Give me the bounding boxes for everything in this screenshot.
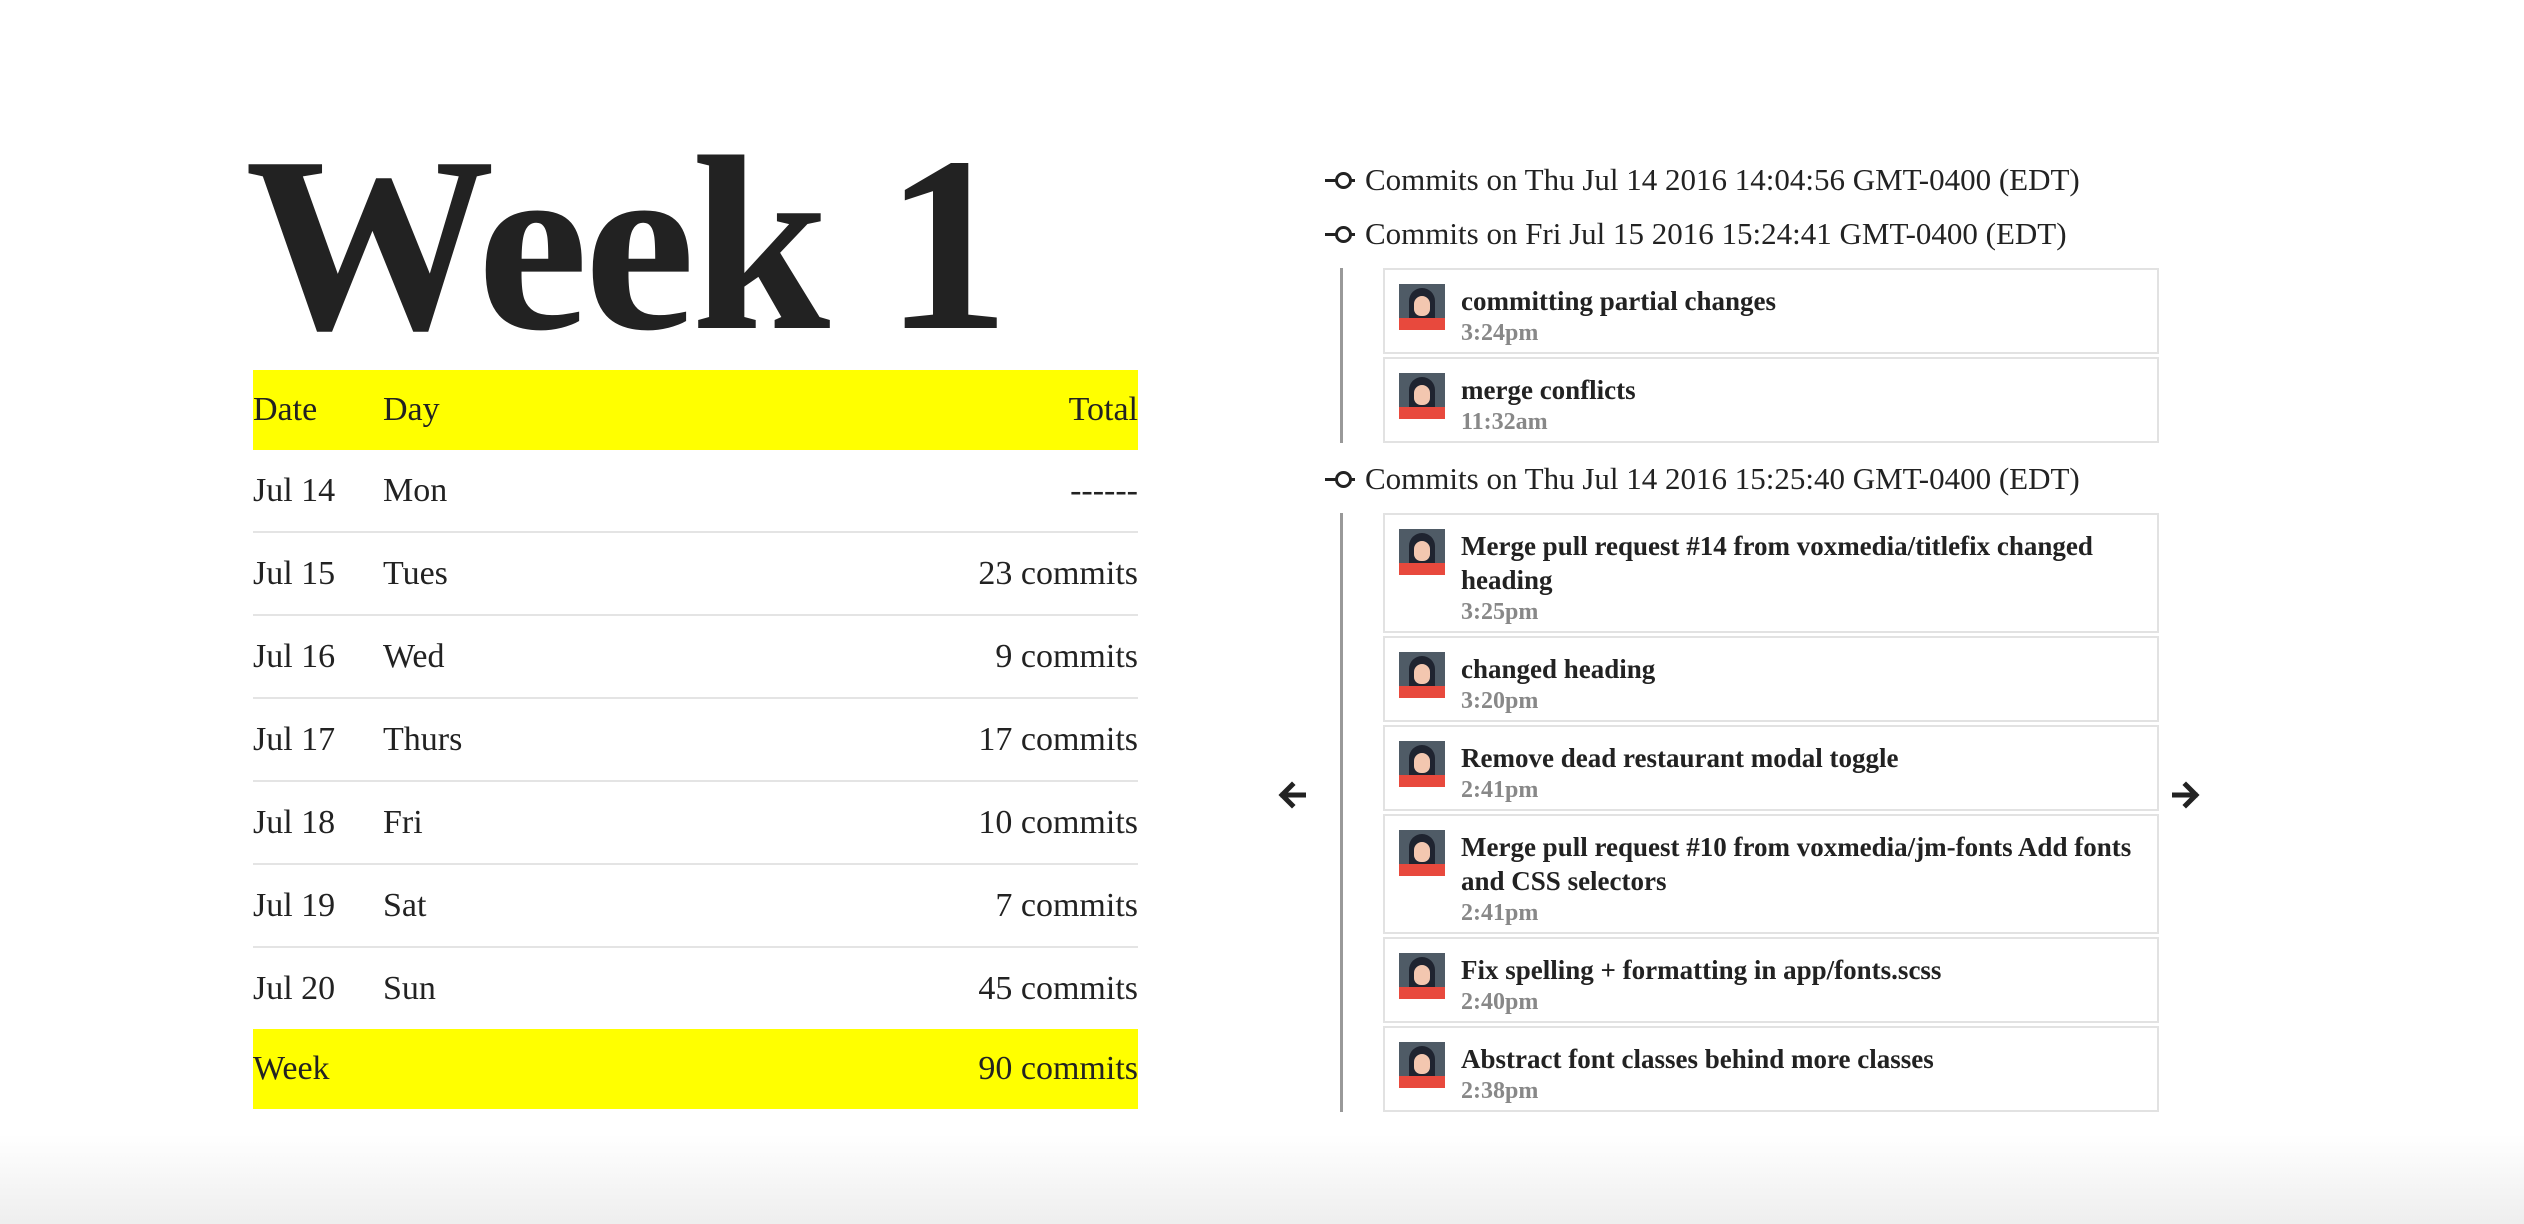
- commit-group-heading[interactable]: Commits on Thu Jul 14 2016 14:04:56 GMT-…: [1325, 160, 2165, 200]
- commit-group-heading-text: Commits on Thu Jul 14 2016 14:04:56 GMT-…: [1365, 162, 2080, 197]
- commit-message: Fix spelling + formatting in app/fonts.s…: [1461, 955, 1942, 985]
- row-day: Fri: [383, 781, 634, 865]
- row-date: Jul 14: [253, 450, 383, 533]
- row-date: Jul 16: [253, 615, 383, 699]
- row-date: Jul 20: [253, 969, 336, 1007]
- commit-group-heading[interactable]: Commits on Fri Jul 15 2016 15:24:41 GMT-…: [1325, 214, 2165, 254]
- week-title: Week 1: [245, 106, 1010, 383]
- avatar: [1399, 373, 1445, 419]
- row-day: Sun: [383, 969, 436, 1007]
- week-summary-table: Date Day Total Jul 14 Mon ------ Jul 15 …: [253, 370, 1138, 1109]
- commit-item[interactable]: Merge pull request #10 from voxmedia/jm-…: [1383, 814, 2159, 934]
- header-date: Date: [253, 391, 318, 428]
- table-row: Jul 17 Thurs 17 commits: [253, 698, 1138, 782]
- commit-group: Commits on Thu Jul 14 2016 15:25:40 GMT-…: [1325, 459, 2165, 1112]
- row-total: ------: [633, 450, 1138, 533]
- avatar: [1399, 284, 1445, 330]
- footer-total: 90 commits: [978, 1050, 1138, 1087]
- row-date: Jul 15: [253, 532, 383, 616]
- commit-message: Merge pull request #14 from voxmedia/tit…: [1461, 531, 2093, 595]
- commit-message: Abstract font classes behind more classe…: [1461, 1044, 1934, 1074]
- row-day: Wed: [383, 615, 634, 699]
- table-row: Jul 16 Wed 9 commits: [253, 615, 1138, 699]
- commit-time: 3:24pm: [1461, 320, 1539, 346]
- commit-time: 2:41pm: [1461, 777, 1539, 803]
- table-row: Jul 14 Mon ------: [253, 450, 1138, 533]
- avatar: [1399, 953, 1445, 999]
- commit-item[interactable]: Abstract font classes behind more classe…: [1383, 1026, 2159, 1112]
- commit-time: 2:38pm: [1461, 1078, 1539, 1104]
- row-date: Jul 18: [253, 781, 383, 865]
- commit-message: changed heading: [1461, 654, 1656, 684]
- commits-timeline: Commits on Thu Jul 14 2016 14:04:56 GMT-…: [1325, 160, 2165, 1128]
- row-total: 9 commits: [633, 615, 1138, 699]
- commit-item[interactable]: Merge pull request #14 from voxmedia/tit…: [1383, 513, 2159, 633]
- commit-time: 2:40pm: [1461, 989, 1539, 1015]
- commit-list: committing partial changes 3:24pm merge …: [1340, 268, 2165, 443]
- header-total: Total: [1068, 391, 1138, 428]
- git-commit-icon: [1325, 170, 1361, 190]
- commit-item[interactable]: committing partial changes 3:24pm: [1383, 268, 2159, 354]
- table-row: Jul 18 Fri 10 commits: [253, 781, 1138, 865]
- table-row: Jul 19 Sat 7 commits: [253, 864, 1138, 948]
- commit-time: 11:32am: [1461, 409, 1548, 435]
- commit-group-heading-text: Commits on Fri Jul 15 2016 15:24:41 GMT-…: [1365, 216, 2067, 251]
- commit-item[interactable]: merge conflicts 11:32am: [1383, 357, 2159, 443]
- arrow-left-icon[interactable]: [1278, 778, 1307, 812]
- table-row: Jul 15 Tues 23 commits: [253, 532, 1138, 616]
- row-day: Mon: [383, 450, 634, 533]
- row-day: Sat: [383, 864, 634, 948]
- row-date: Jul 19: [253, 864, 383, 948]
- commit-group: Commits on Thu Jul 14 2016 14:04:56 GMT-…: [1325, 160, 2165, 200]
- header-day: Day: [383, 391, 440, 428]
- commit-time: 3:20pm: [1461, 688, 1539, 714]
- row-day: Tues: [383, 532, 634, 616]
- commit-item[interactable]: Remove dead restaurant modal toggle 2:41…: [1383, 725, 2159, 811]
- commit-group: Commits on Fri Jul 15 2016 15:24:41 GMT-…: [1325, 214, 2165, 443]
- commit-time: 2:41pm: [1461, 900, 1539, 926]
- arrow-right-icon[interactable]: [2171, 778, 2200, 812]
- commit-message: committing partial changes: [1461, 286, 1776, 316]
- avatar: [1399, 652, 1445, 698]
- row-total: 17 commits: [633, 698, 1138, 782]
- git-commit-icon: [1325, 469, 1361, 489]
- avatar: [1399, 741, 1445, 787]
- row-total: 23 commits: [633, 532, 1138, 616]
- commit-message: merge conflicts: [1461, 375, 1636, 405]
- table-row: Jul 20 Sun 45 commits: [253, 947, 1138, 1029]
- avatar: [1399, 529, 1445, 575]
- row-day: Thurs: [383, 698, 634, 782]
- row-total: 7 commits: [633, 864, 1138, 948]
- table-header-row: Date Day Total: [253, 370, 1138, 450]
- footer-label: Week: [253, 1050, 330, 1087]
- bottom-shadow: [0, 1134, 2524, 1224]
- row-total: 10 commits: [633, 781, 1138, 865]
- page: Week 1 Date Day Total Jul 14 Mon ------ …: [0, 0, 2524, 1224]
- row-total: 45 commits: [978, 969, 1138, 1007]
- git-commit-icon: [1325, 224, 1361, 244]
- commit-group-heading[interactable]: Commits on Thu Jul 14 2016 15:25:40 GMT-…: [1325, 459, 2165, 499]
- commit-list: Merge pull request #14 from voxmedia/tit…: [1340, 513, 2165, 1112]
- commit-item[interactable]: changed heading 3:20pm: [1383, 636, 2159, 722]
- commit-group-heading-text: Commits on Thu Jul 14 2016 15:25:40 GMT-…: [1365, 461, 2080, 496]
- avatar: [1399, 1042, 1445, 1088]
- commit-item[interactable]: Fix spelling + formatting in app/fonts.s…: [1383, 937, 2159, 1023]
- avatar: [1399, 830, 1445, 876]
- commit-message: Merge pull request #10 from voxmedia/jm-…: [1461, 832, 2132, 896]
- commit-message: Remove dead restaurant modal toggle: [1461, 743, 1899, 773]
- commit-time: 3:25pm: [1461, 599, 1539, 625]
- table-footer-row: Week 90 commits: [253, 1029, 1138, 1109]
- row-date: Jul 17: [253, 698, 383, 782]
